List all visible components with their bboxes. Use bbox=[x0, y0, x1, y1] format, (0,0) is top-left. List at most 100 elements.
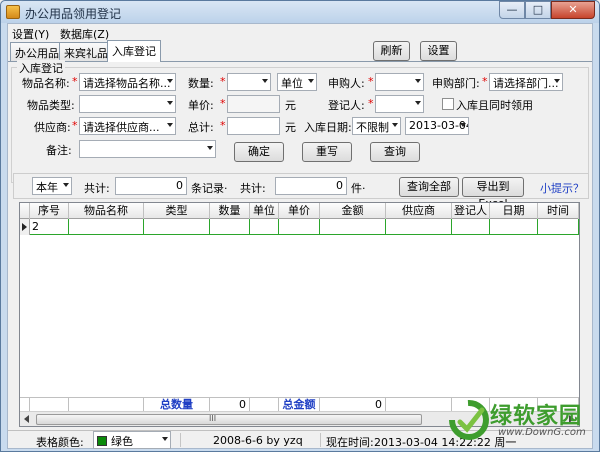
period-select[interactable]: 本年 bbox=[32, 177, 72, 195]
price-input[interactable] bbox=[227, 95, 280, 113]
purchaser-label: 申购人: bbox=[328, 77, 365, 90]
registrar-select[interactable] bbox=[375, 95, 424, 113]
date-range-value: 不限制 bbox=[356, 121, 389, 134]
row-header[interactable] bbox=[20, 219, 30, 235]
total-qty-value: 0 bbox=[210, 398, 250, 412]
chevron-down-icon bbox=[415, 101, 421, 105]
cell-amount[interactable] bbox=[320, 219, 386, 235]
cell-price[interactable] bbox=[279, 219, 320, 235]
scroll-thumb[interactable] bbox=[36, 414, 422, 425]
status-divider bbox=[180, 433, 181, 447]
grid-color-select[interactable]: 绿色 bbox=[93, 431, 171, 449]
chevron-down-icon bbox=[162, 437, 168, 441]
confirm-button[interactable]: 确定 bbox=[234, 142, 284, 162]
totals-empty bbox=[30, 398, 69, 412]
menu-settings[interactable]: 设置(Y) bbox=[12, 26, 49, 42]
price-unit: 元 bbox=[285, 99, 296, 112]
chevron-down-icon bbox=[554, 79, 560, 83]
col-header-date[interactable]: 日期 bbox=[490, 203, 538, 219]
menu-database[interactable]: 数据库(Z) bbox=[60, 26, 109, 42]
tips-link[interactable]: 小提示？ bbox=[540, 180, 584, 196]
record-total-label: 共计: bbox=[84, 182, 110, 195]
required-mark: * bbox=[368, 75, 374, 88]
cell-registrar[interactable] bbox=[452, 219, 490, 235]
grid-color-value: 绿色 bbox=[111, 435, 133, 448]
scroll-left-icon[interactable] bbox=[24, 415, 29, 423]
note-input[interactable] bbox=[79, 140, 216, 158]
col-header-supplier[interactable]: 供应商 bbox=[386, 203, 452, 219]
chevron-down-icon bbox=[415, 79, 421, 83]
total-label: 总计: bbox=[188, 121, 214, 134]
required-mark: * bbox=[220, 119, 226, 132]
item-name-value: 请选择物品名称... bbox=[83, 77, 171, 90]
dept-select[interactable]: 请选择部门... bbox=[489, 73, 563, 91]
settings-button[interactable]: 设置 bbox=[420, 41, 457, 61]
col-header-amount[interactable]: 金额 bbox=[320, 203, 386, 219]
required-mark: * bbox=[72, 75, 78, 88]
cell-supplier[interactable] bbox=[386, 219, 452, 235]
purchaser-select[interactable] bbox=[375, 73, 424, 91]
quantity-input[interactable] bbox=[227, 73, 271, 91]
cell-type[interactable] bbox=[144, 219, 210, 235]
rewrite-button[interactable]: 重写 bbox=[302, 142, 352, 162]
tab-guest-gifts[interactable]: 来宾礼品 bbox=[59, 42, 113, 61]
total-input[interactable] bbox=[227, 117, 280, 135]
cell-qty[interactable] bbox=[210, 219, 250, 235]
tab-stock-in[interactable]: 入库登记 bbox=[107, 40, 161, 62]
watermark-logo-icon bbox=[449, 399, 489, 440]
required-mark: * bbox=[482, 75, 488, 88]
col-header-price[interactable]: 单价 bbox=[279, 203, 320, 219]
current-row-icon bbox=[22, 223, 27, 231]
color-swatch bbox=[97, 436, 107, 446]
cell-time[interactable] bbox=[538, 219, 579, 235]
table-row[interactable]: 2 bbox=[20, 219, 579, 235]
app-window: 办公用品领用登记 — □ ✕ 设置(Y) 数据库(Z) 办公用品 来宾礼品 入库… bbox=[0, 0, 600, 452]
row-header-corner bbox=[20, 203, 30, 219]
minimize-button[interactable]: — bbox=[499, 1, 525, 19]
item-type-select[interactable] bbox=[79, 95, 176, 113]
col-header-unit[interactable]: 单位 bbox=[250, 203, 279, 219]
cell-name[interactable] bbox=[69, 219, 144, 235]
query-button[interactable]: 查询 bbox=[370, 142, 420, 162]
col-header-registrar[interactable]: 登记人 bbox=[452, 203, 490, 219]
title-bar[interactable]: 办公用品领用登记 — □ ✕ bbox=[1, 1, 599, 23]
price-label: 单价: bbox=[188, 99, 214, 112]
same-time-checkbox[interactable] bbox=[442, 98, 454, 110]
dept-label: 申购部门: bbox=[432, 77, 480, 90]
query-all-button[interactable]: 查询全部 bbox=[399, 177, 459, 197]
chevron-down-icon bbox=[308, 79, 314, 83]
in-date-picker[interactable]: 2013-03-04 bbox=[405, 117, 469, 135]
quantity-label: 数量: bbox=[188, 77, 214, 90]
maximize-button[interactable]: □ bbox=[525, 1, 551, 19]
refresh-button[interactable]: 刷新 bbox=[373, 41, 410, 61]
cell-unit[interactable] bbox=[250, 219, 279, 235]
same-time-label: 入库且同时领用 bbox=[456, 99, 533, 112]
required-mark: * bbox=[220, 75, 226, 88]
unit-select[interactable]: 单位 bbox=[277, 73, 317, 91]
records-grid[interactable]: 序号 物品名称 类型 数量 单位 单价 金额 供应商 登记人 日期 时间 2 总… bbox=[19, 202, 580, 427]
cell-no[interactable]: 2 bbox=[30, 219, 69, 235]
app-icon bbox=[6, 5, 20, 19]
chevron-down-icon bbox=[392, 123, 398, 127]
item-name-select[interactable]: 请选择物品名称... bbox=[79, 73, 176, 91]
col-header-no[interactable]: 序号 bbox=[30, 203, 69, 219]
totals-empty bbox=[250, 398, 279, 412]
col-header-qty[interactable]: 数量 bbox=[210, 203, 250, 219]
required-mark: * bbox=[368, 97, 374, 110]
piece-total-label: 共计: bbox=[240, 182, 266, 195]
group-legend: 入库登记 bbox=[17, 60, 65, 76]
date-range-select[interactable]: 不限制 bbox=[352, 117, 401, 135]
close-button[interactable]: ✕ bbox=[551, 1, 595, 19]
registrar-label: 登记人: bbox=[328, 99, 365, 112]
col-header-time[interactable]: 时间 bbox=[538, 203, 579, 219]
required-mark: * bbox=[220, 97, 226, 110]
export-excel-button[interactable]: 导出到Excel bbox=[462, 177, 524, 210]
cell-date[interactable] bbox=[490, 219, 538, 235]
tab-office-supplies[interactable]: 办公用品 bbox=[10, 42, 64, 61]
col-header-type[interactable]: 类型 bbox=[144, 203, 210, 219]
col-header-name[interactable]: 物品名称 bbox=[69, 203, 144, 219]
total-qty-label: 总数量 bbox=[144, 398, 210, 412]
status-divider bbox=[320, 433, 321, 447]
supplier-select[interactable]: 请选择供应商... bbox=[79, 117, 176, 135]
supplier-value: 请选择供应商... bbox=[83, 121, 160, 134]
